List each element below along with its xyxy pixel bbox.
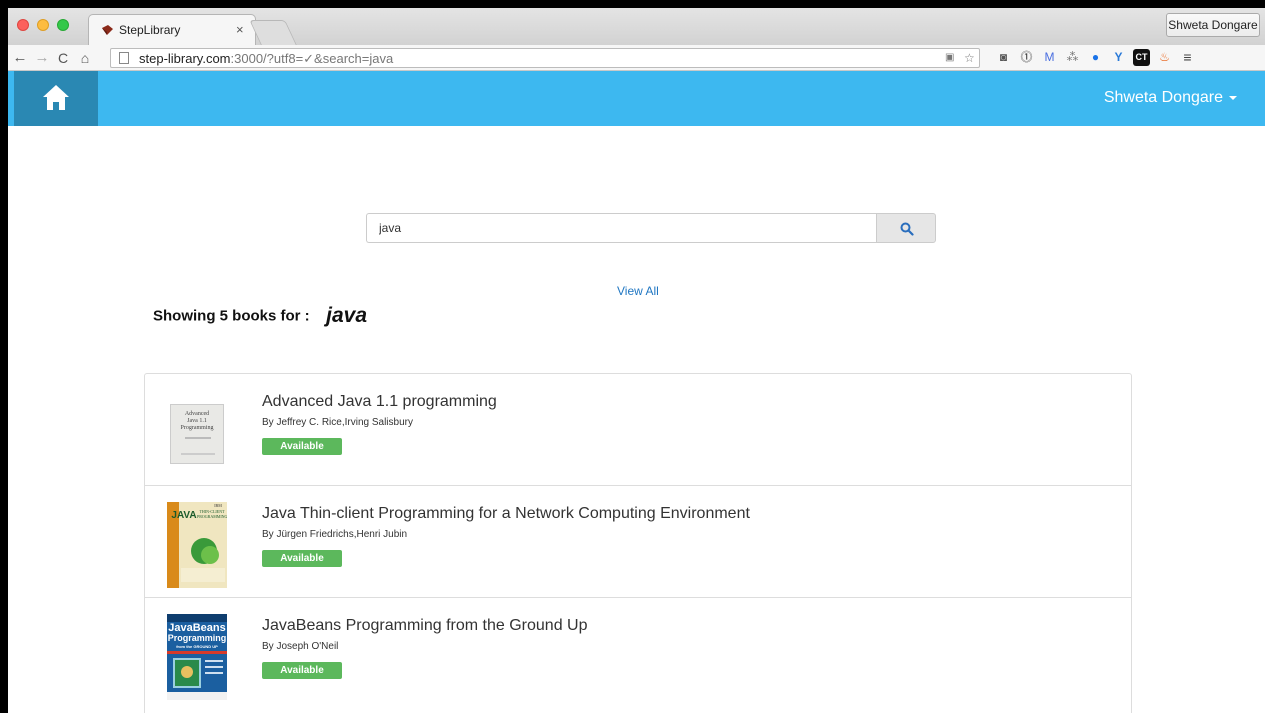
availability-badge: Available [262, 438, 342, 455]
book-title[interactable]: Advanced Java 1.1 programming [262, 393, 497, 411]
search-form [366, 213, 936, 243]
app-navbar: Shweta Dongare [8, 71, 1265, 126]
reload-icon[interactable]: C [54, 48, 72, 68]
cover-title-line: Advanced [184, 411, 210, 417]
back-arrow-icon[interactable]: ← [11, 48, 29, 68]
cover-title-line: Java 1.1 [187, 418, 207, 424]
tab-close-icon[interactable]: × [236, 22, 244, 37]
book-cover: Advanced Java 1.1 Programming [170, 404, 224, 464]
search-button[interactable] [876, 213, 936, 243]
book-item[interactable]: JavaBeans Programming from the GROUND UP… [145, 598, 1131, 710]
browser-menu-icon[interactable]: ≡ [1179, 49, 1196, 66]
home-button[interactable] [14, 71, 98, 126]
results-heading: Showing 5 books for : java [153, 304, 367, 328]
cover-title-line: Programming [167, 633, 227, 643]
cover-publisher: IBM [214, 503, 222, 508]
book-title[interactable]: JavaBeans Programming from the Ground Up [262, 617, 587, 635]
minimize-window-button[interactable] [37, 19, 49, 31]
url-text: step-library.com:3000/?utf8=✓&search=jav… [139, 51, 393, 67]
onepassword-extension-icon[interactable]: ⓵ [1018, 49, 1035, 66]
pocket-extension-icon[interactable]: ◙ [995, 49, 1012, 66]
user-name: Shweta Dongare [1103, 89, 1223, 106]
availability-badge: Available [262, 550, 342, 567]
translate-icon[interactable]: ▣ [945, 52, 954, 63]
book-title[interactable]: Java Thin-client Programming for a Netwo… [262, 505, 750, 523]
cover-title-line: JAVA [171, 510, 197, 521]
book-item[interactable]: JAVA THIN-CLIENT PROGRAMMING IBM Java Th… [145, 486, 1131, 598]
network-extension-icon[interactable]: ⁂ [1064, 49, 1081, 66]
home-icon [43, 85, 69, 110]
book-cover: JavaBeans Programming from the GROUND UP [167, 614, 227, 700]
url-host: step-library.com [139, 51, 231, 66]
chrome-extension-icon[interactable]: ● [1087, 49, 1104, 66]
forward-arrow-icon[interactable]: → [33, 48, 51, 68]
availability-badge: Available [262, 662, 342, 679]
gmail-extension-icon[interactable]: M [1041, 49, 1058, 66]
url-path: :3000/?utf8=✓&search=java [230, 51, 394, 66]
search-input[interactable] [366, 213, 876, 243]
caret-down-icon [1229, 95, 1237, 100]
book-authors: By Jeffrey C. Rice,Irving Salisbury [262, 417, 413, 428]
search-icon [900, 222, 914, 236]
address-bar[interactable]: step-library.com:3000/?utf8=✓&search=jav… [110, 48, 980, 68]
tab-bar: StepLibrary × Shweta Dongare [8, 8, 1265, 45]
close-window-button[interactable] [17, 19, 29, 31]
cover-title-line: from the GROUND UP [176, 644, 218, 649]
book-cover: JAVA THIN-CLIENT PROGRAMMING IBM [167, 502, 227, 588]
y-extension-icon[interactable]: Y [1110, 49, 1127, 66]
new-tab-button[interactable] [249, 20, 297, 45]
book-favicon-icon [102, 25, 113, 35]
browser-window: StepLibrary × Shweta Dongare ← → C ⌂ ste… [8, 8, 1265, 713]
book-authors: By Joseph O'Neil [262, 641, 339, 652]
book-item[interactable]: Advanced Java 1.1 Programming Advanced J… [145, 374, 1131, 486]
browser-home-icon[interactable]: ⌂ [76, 48, 94, 68]
bookmark-star-icon[interactable]: ☆ [964, 51, 975, 65]
maximize-window-button[interactable] [57, 19, 69, 31]
ct-extension-icon[interactable]: CT [1133, 49, 1150, 66]
tab-title: StepLibrary [119, 23, 181, 37]
user-dropdown[interactable]: Shweta Dongare [1104, 89, 1237, 107]
cover-title-line: Programming [180, 425, 214, 431]
fire-extension-icon[interactable]: ♨ [1156, 49, 1173, 66]
results-count-label: Showing 5 books for : [153, 307, 310, 325]
view-all-link[interactable]: View All [617, 284, 659, 298]
book-list: Advanced Java 1.1 Programming Advanced J… [144, 373, 1132, 713]
page-icon [119, 52, 129, 64]
results-search-term: java [326, 304, 367, 327]
book-authors: By Jürgen Friedrichs,Henri Jubin [262, 529, 408, 540]
cover-title-line: PROGRAMMING [197, 514, 227, 519]
browser-profile-button[interactable]: Shweta Dongare [1166, 13, 1260, 37]
tab-steplibrary[interactable]: StepLibrary × [88, 14, 256, 45]
